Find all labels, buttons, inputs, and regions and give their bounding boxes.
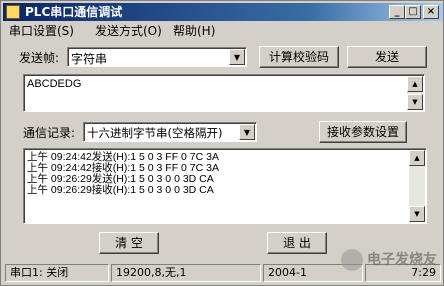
menu-help[interactable]: 帮助(H) (173, 22, 215, 40)
log-line: 上午 09:26:29接收(H):1 5 0 3 0 0 3D CA (27, 184, 214, 196)
log-format-select[interactable]: 十六进制字节串(空格隔开) ▼ (83, 122, 257, 142)
watermark: 电子发烧友 (341, 247, 437, 271)
title-bar[interactable]: PLC串口通信调试 _ □ × (3, 3, 443, 21)
receive-params-button[interactable]: 接收参数设置 (319, 121, 407, 143)
close-button[interactable]: × (423, 5, 439, 19)
window-title: PLC串口通信调试 (25, 5, 123, 19)
menu-bar: 串口设置(S) 发送方式(O) 帮助(H) (3, 22, 443, 40)
chevron-down-icon[interactable]: ▼ (229, 49, 245, 65)
menu-send-mode[interactable]: 发送方式(O) (95, 22, 162, 40)
chevron-down-icon[interactable]: ▼ (239, 124, 255, 140)
scroll-down-icon[interactable]: ▼ (407, 94, 423, 110)
exit-button[interactable]: 退 出 (267, 232, 327, 254)
log-label: 通信记录: (23, 126, 76, 140)
scroll-down-icon[interactable]: ▼ (409, 206, 425, 222)
frame-type-value: 字符串 (71, 52, 108, 66)
log-scrollbar[interactable]: ▲ ▼ (409, 150, 425, 222)
watermark-text: 电子发烧友 (367, 252, 437, 268)
send-text: ABCDEDG (27, 78, 82, 90)
log-format-value: 十六进制字节串(空格隔开) (87, 126, 223, 140)
status-port: 串口1: 关闭 (5, 264, 109, 282)
main-window: PLC串口通信调试 _ □ × 串口设置(S) 发送方式(O) 帮助(H) 发送… (0, 0, 444, 286)
send-button[interactable]: 发送 (347, 46, 427, 68)
watermark-logo-icon (341, 249, 363, 271)
scroll-up-icon[interactable]: ▲ (407, 76, 423, 92)
send-frame-label: 发送帧: (19, 51, 60, 65)
calc-checksum-button[interactable]: 计算校验码 (259, 46, 339, 68)
status-settings: 19200,8,无,1 (111, 264, 261, 282)
scroll-up-icon[interactable]: ▲ (409, 150, 425, 166)
clear-button[interactable]: 清 空 (99, 232, 159, 254)
app-icon (6, 5, 20, 19)
maximize-button[interactable]: □ (405, 5, 421, 19)
send-scrollbar[interactable]: ▲ ▼ (407, 76, 423, 110)
frame-type-select[interactable]: 字符串 ▼ (67, 47, 247, 67)
menu-serial-settings[interactable]: 串口设置(S) (9, 22, 74, 40)
log-list[interactable]: 上午 09:24:42发送(H):1 5 0 3 FF 0 7C 3A 上午 0… (23, 148, 427, 224)
minimize-button[interactable]: _ (389, 5, 405, 19)
send-textarea[interactable]: ABCDEDG ▲ ▼ (23, 74, 425, 112)
